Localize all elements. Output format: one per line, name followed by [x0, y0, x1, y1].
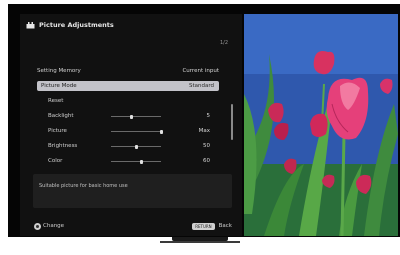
- picture-adjust-icon: [26, 21, 35, 29]
- brightness-slider[interactable]: [111, 144, 161, 149]
- help-box: Suitable picture for basic home use: [33, 174, 232, 208]
- panel-header: Picture Adjustments: [20, 14, 242, 36]
- menu-item-label: Picture: [48, 128, 67, 134]
- menu-item-value: 5: [206, 113, 211, 119]
- menu-item-setting-memory[interactable]: Setting Memory Current input: [37, 66, 219, 76]
- menu-item-label: Backlight: [48, 113, 74, 119]
- backlight-slider[interactable]: [111, 114, 161, 119]
- menu-item-value: Standard: [188, 83, 214, 89]
- menu-item-reset[interactable]: Reset: [37, 96, 219, 106]
- page-indicator: 1/2: [219, 40, 228, 46]
- dpad-icon: [34, 222, 41, 230]
- slider-knob[interactable]: [159, 129, 163, 134]
- scrollbar[interactable]: [231, 104, 233, 140]
- menu-item-value: Current input: [182, 68, 219, 74]
- panel-title: Picture Adjustments: [39, 21, 114, 29]
- picture-adjustments-panel: Picture Adjustments 1/2 Setting Memory C…: [20, 14, 242, 236]
- return-button-icon[interactable]: RETURN: [192, 222, 215, 230]
- menu-item-label: Picture Mode: [41, 83, 77, 89]
- panel-footer: Change RETURN Back: [20, 219, 242, 233]
- change-label: Change: [43, 223, 65, 229]
- help-text: Suitable picture for basic home use: [39, 183, 128, 189]
- slider-knob[interactable]: [129, 114, 133, 119]
- tulip-photo: [244, 14, 398, 236]
- menu-item-label: Reset: [48, 98, 64, 104]
- menu-item-picture-mode[interactable]: Picture Mode Standard: [37, 81, 219, 91]
- picture-slider[interactable]: [111, 129, 163, 134]
- tv-screen: Picture Adjustments 1/2 Setting Memory C…: [8, 4, 400, 237]
- color-slider[interactable]: [111, 159, 161, 164]
- slider-knob[interactable]: [134, 144, 138, 149]
- menu-item-value: Max: [198, 128, 210, 134]
- menu-item-label: Color: [48, 158, 63, 164]
- menu-item-value: 50: [203, 143, 210, 149]
- menu-item-value: 60: [203, 158, 210, 164]
- menu-item-label: Setting Memory: [37, 68, 81, 74]
- back-label: Back: [218, 223, 232, 229]
- tv-base: [160, 241, 240, 243]
- slider-knob[interactable]: [139, 159, 143, 164]
- menu-item-label: Brightness: [48, 143, 78, 149]
